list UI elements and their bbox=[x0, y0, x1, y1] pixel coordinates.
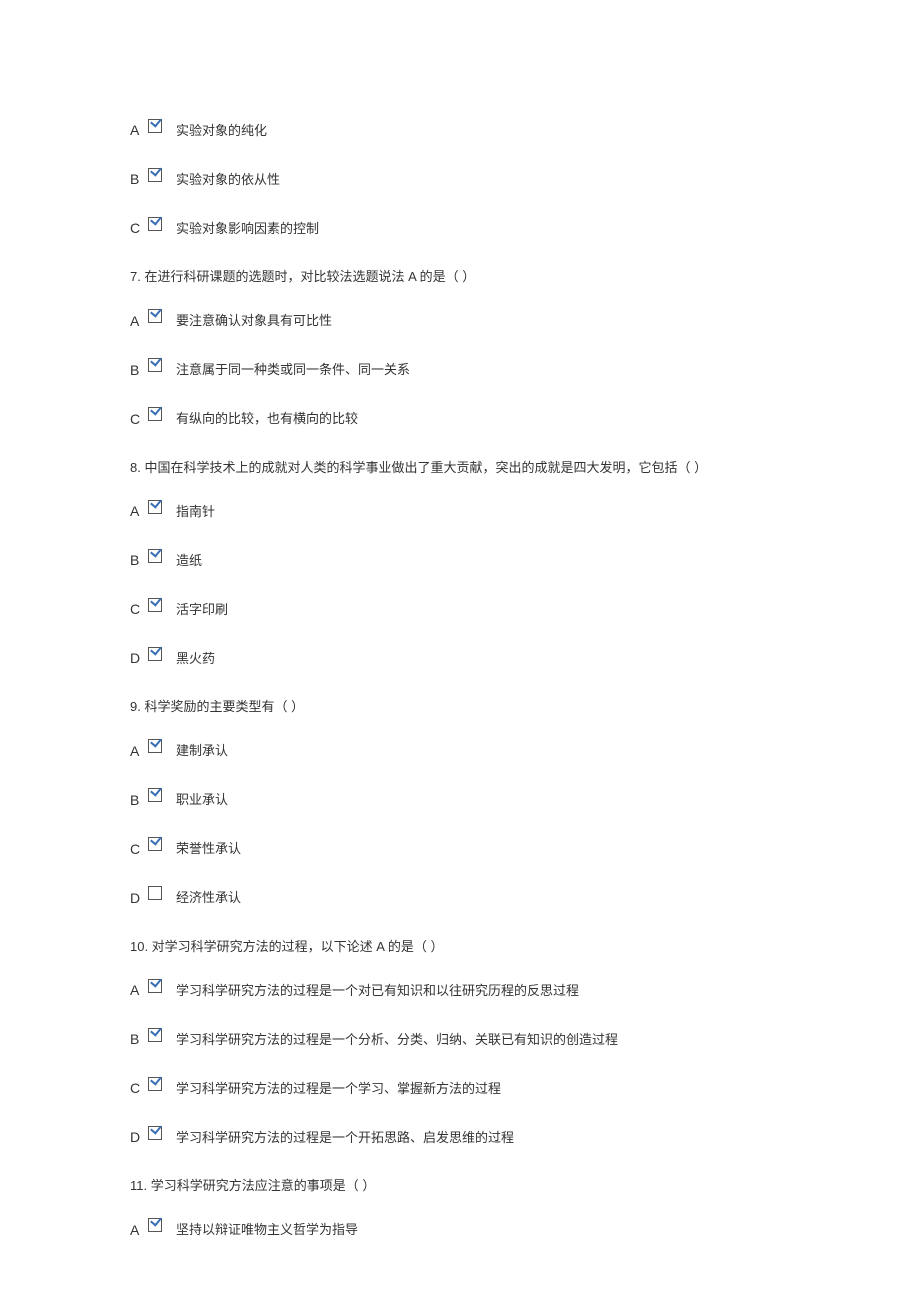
option-letter: B bbox=[130, 550, 144, 571]
option-row: C 学习科学研究方法的过程是一个学习、掌握新方法的过程 bbox=[130, 1078, 790, 1099]
question-text: 9. 科学奖励的主要类型有（ ） bbox=[130, 697, 790, 717]
option-row: B 职业承认 bbox=[130, 790, 790, 811]
checkbox-icon[interactable] bbox=[148, 739, 162, 753]
checkbox-icon[interactable] bbox=[148, 1028, 162, 1042]
question-text: 8. 中国在科学技术上的成就对人类的科学事业做出了重大贡献，突出的成就是四大发明… bbox=[130, 458, 790, 478]
option-text: 实验对象的纯化 bbox=[176, 121, 267, 141]
option-text: 实验对象影响因素的控制 bbox=[176, 219, 319, 239]
option-letter: B bbox=[130, 1029, 144, 1050]
option-text: 造纸 bbox=[176, 551, 202, 571]
option-letter: C bbox=[130, 839, 144, 860]
option-text: 经济性承认 bbox=[176, 888, 241, 908]
option-letter: A bbox=[130, 741, 144, 762]
option-row: B 实验对象的依从性 bbox=[130, 169, 790, 190]
option-letter: C bbox=[130, 1078, 144, 1099]
checkbox-icon[interactable] bbox=[148, 788, 162, 802]
option-letter: C bbox=[130, 218, 144, 239]
checkbox-icon[interactable] bbox=[148, 549, 162, 563]
option-text: 要注意确认对象具有可比性 bbox=[176, 311, 332, 331]
question-text: 10. 对学习科学研究方法的过程，以下论述 A 的是（ ） bbox=[130, 937, 790, 957]
option-letter: C bbox=[130, 409, 144, 430]
question-list: A 实验对象的纯化 B 实验对象的依从性 C 实验对象影响因素的控制 7. 在进行科研课题的… bbox=[130, 120, 790, 1241]
option-letter: A bbox=[130, 120, 144, 141]
option-text: 实验对象的依从性 bbox=[176, 170, 280, 190]
option-letter: B bbox=[130, 790, 144, 811]
option-row: A 建制承认 bbox=[130, 741, 790, 762]
option-text: 职业承认 bbox=[176, 790, 228, 810]
checkbox-icon[interactable] bbox=[148, 1218, 162, 1232]
option-row: A 坚持以辩证唯物主义哲学为指导 bbox=[130, 1220, 790, 1241]
option-row: D 经济性承认 bbox=[130, 888, 790, 909]
option-letter: A bbox=[130, 980, 144, 1001]
checkbox-icon[interactable] bbox=[148, 407, 162, 421]
option-letter: A bbox=[130, 311, 144, 332]
option-letter: B bbox=[130, 169, 144, 190]
option-text: 学习科学研究方法的过程是一个分析、分类、归纳、关联已有知识的创造过程 bbox=[176, 1030, 618, 1050]
option-text: 活字印刷 bbox=[176, 600, 228, 620]
option-row: C 有纵向的比较，也有横向的比较 bbox=[130, 409, 790, 430]
option-text: 学习科学研究方法的过程是一个开拓思路、启发思维的过程 bbox=[176, 1128, 514, 1148]
checkbox-icon[interactable] bbox=[148, 358, 162, 372]
option-letter: D bbox=[130, 1127, 144, 1148]
option-row: A 实验对象的纯化 bbox=[130, 120, 790, 141]
checkbox-icon[interactable] bbox=[148, 837, 162, 851]
option-letter: D bbox=[130, 648, 144, 669]
checkbox-icon[interactable] bbox=[148, 217, 162, 231]
option-letter: A bbox=[130, 1220, 144, 1241]
option-row: D 黑火药 bbox=[130, 648, 790, 669]
option-row: A 学习科学研究方法的过程是一个对已有知识和以往研究历程的反思过程 bbox=[130, 980, 790, 1001]
option-row: D 学习科学研究方法的过程是一个开拓思路、启发思维的过程 bbox=[130, 1127, 790, 1148]
option-letter: B bbox=[130, 360, 144, 381]
checkbox-icon[interactable] bbox=[148, 119, 162, 133]
question-text: 7. 在进行科研课题的选题时，对比较法选题说法 A 的是（ ） bbox=[130, 267, 790, 287]
question-text: 11. 学习科学研究方法应注意的事项是（ ） bbox=[130, 1176, 790, 1196]
checkbox-icon[interactable] bbox=[148, 309, 162, 323]
checkbox-icon[interactable] bbox=[148, 168, 162, 182]
option-row: B 注意属于同一种类或同一条件、同一关系 bbox=[130, 360, 790, 381]
option-text: 坚持以辩证唯物主义哲学为指导 bbox=[176, 1220, 358, 1240]
option-text: 有纵向的比较，也有横向的比较 bbox=[176, 409, 358, 429]
checkbox-icon[interactable] bbox=[148, 979, 162, 993]
option-row: B 学习科学研究方法的过程是一个分析、分类、归纳、关联已有知识的创造过程 bbox=[130, 1029, 790, 1050]
option-text: 学习科学研究方法的过程是一个对已有知识和以往研究历程的反思过程 bbox=[176, 981, 579, 1001]
option-text: 荣誉性承认 bbox=[176, 839, 241, 859]
option-letter: A bbox=[130, 501, 144, 522]
checkbox-icon[interactable] bbox=[148, 1077, 162, 1091]
checkbox-icon[interactable] bbox=[148, 598, 162, 612]
option-row: B 造纸 bbox=[130, 550, 790, 571]
option-text: 指南针 bbox=[176, 502, 215, 522]
option-row: C 荣誉性承认 bbox=[130, 839, 790, 860]
checkbox-icon[interactable] bbox=[148, 500, 162, 514]
option-text: 注意属于同一种类或同一条件、同一关系 bbox=[176, 360, 410, 380]
option-row: A 要注意确认对象具有可比性 bbox=[130, 311, 790, 332]
option-text: 学习科学研究方法的过程是一个学习、掌握新方法的过程 bbox=[176, 1079, 501, 1099]
checkbox-icon[interactable] bbox=[148, 886, 162, 900]
option-row: C 实验对象影响因素的控制 bbox=[130, 218, 790, 239]
option-text: 建制承认 bbox=[176, 741, 228, 761]
option-letter: D bbox=[130, 888, 144, 909]
option-row: A 指南针 bbox=[130, 501, 790, 522]
checkbox-icon[interactable] bbox=[148, 647, 162, 661]
option-row: C 活字印刷 bbox=[130, 599, 790, 620]
option-letter: C bbox=[130, 599, 144, 620]
checkbox-icon[interactable] bbox=[148, 1126, 162, 1140]
option-text: 黑火药 bbox=[176, 649, 215, 669]
